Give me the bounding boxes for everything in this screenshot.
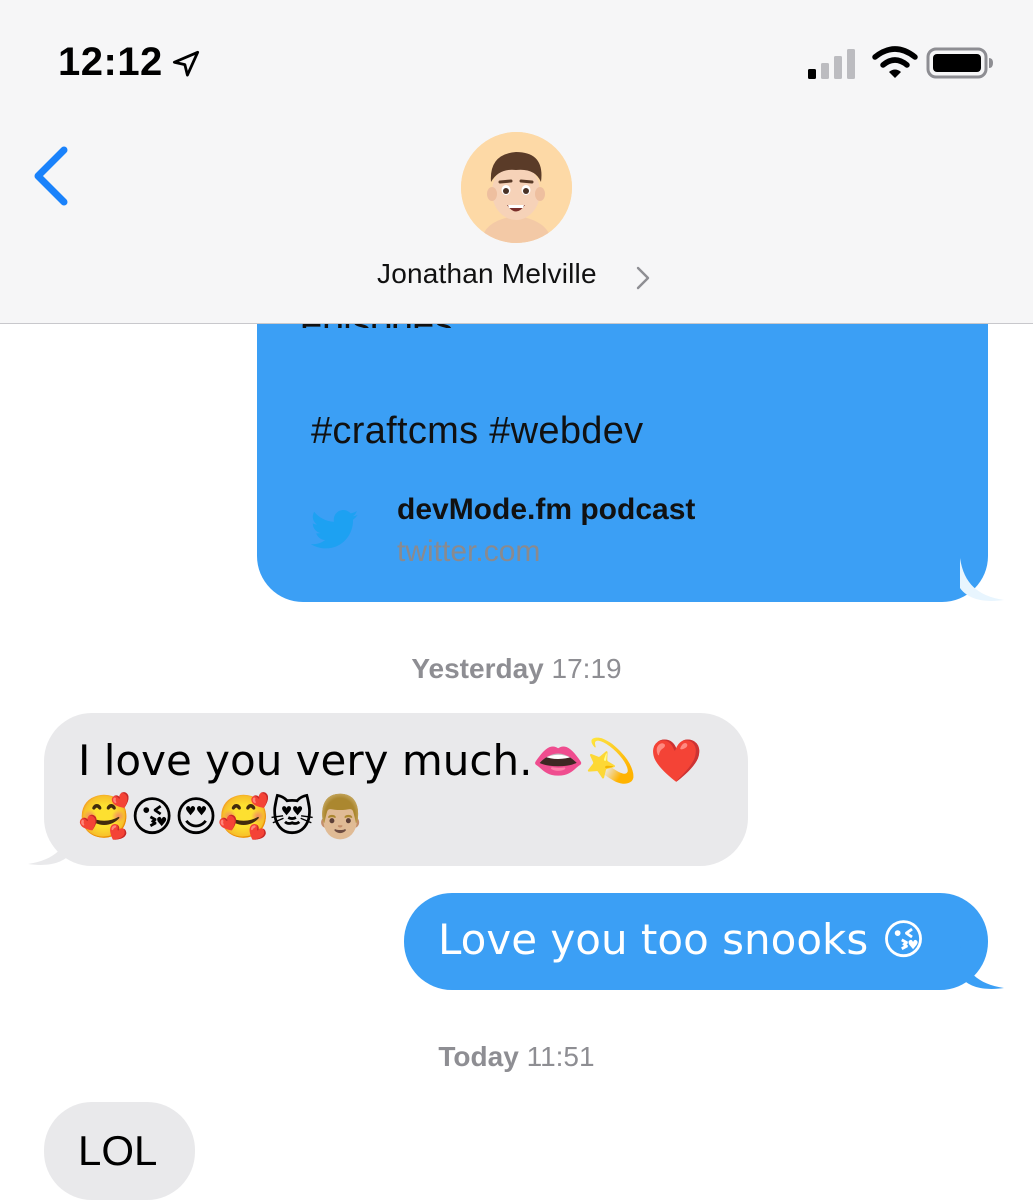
timestamp-time: 11:51 (526, 1041, 595, 1072)
navigation-header: 12:12 Jonathan Melville (0, 0, 1033, 324)
messages-screen: episodes #craftcms #webdev devMode.fm po… (0, 0, 1033, 1200)
link-preview-domain: twitter.com (397, 535, 541, 568)
avatar[interactable] (461, 132, 572, 243)
bubble-tail (28, 822, 72, 865)
bubble-tail (960, 558, 1004, 601)
timestamp-day: Today (438, 1041, 519, 1072)
message-text: LOL (78, 1127, 158, 1174)
location-arrow-icon (172, 50, 200, 77)
message-text-line: 🥰😘😍🥰😻👨🏼 (78, 792, 367, 841)
chevron-left-icon[interactable] (28, 144, 72, 208)
memoji-avatar-icon (461, 132, 572, 243)
status-bar-time: 12:12 (58, 40, 163, 84)
wifi-icon (872, 46, 918, 78)
incoming-message-bubble[interactable]: LOL (44, 1102, 195, 1200)
message-text: Love you too snooks 😘 (438, 915, 926, 964)
chevron-right-icon[interactable] (636, 266, 650, 290)
timestamp-time: 17:19 (551, 653, 622, 684)
bubble-tail (960, 946, 1004, 989)
link-preview-title: devMode.fm podcast (397, 493, 696, 526)
timestamp-divider: Today 11:51 (0, 1041, 1033, 1073)
incoming-message-bubble[interactable]: I love you very much.👄💫 ❤️ 🥰😘😍🥰😻👨🏼 (28, 713, 748, 866)
outgoing-message-bubble[interactable]: Love you too snooks 😘 (404, 893, 1004, 990)
cellular-signal-icon (808, 49, 855, 79)
contact-name[interactable]: Jonathan Melville (377, 258, 597, 290)
battery-icon (926, 47, 993, 79)
message-text-line: I love you very much.👄💫 ❤️ (78, 736, 703, 785)
message-hashtags: #craftcms #webdev (311, 410, 644, 452)
twitter-bird-icon (311, 510, 359, 549)
timestamp-day: Yesterday (411, 653, 544, 684)
timestamp-divider: Yesterday 17:19 (0, 653, 1033, 685)
